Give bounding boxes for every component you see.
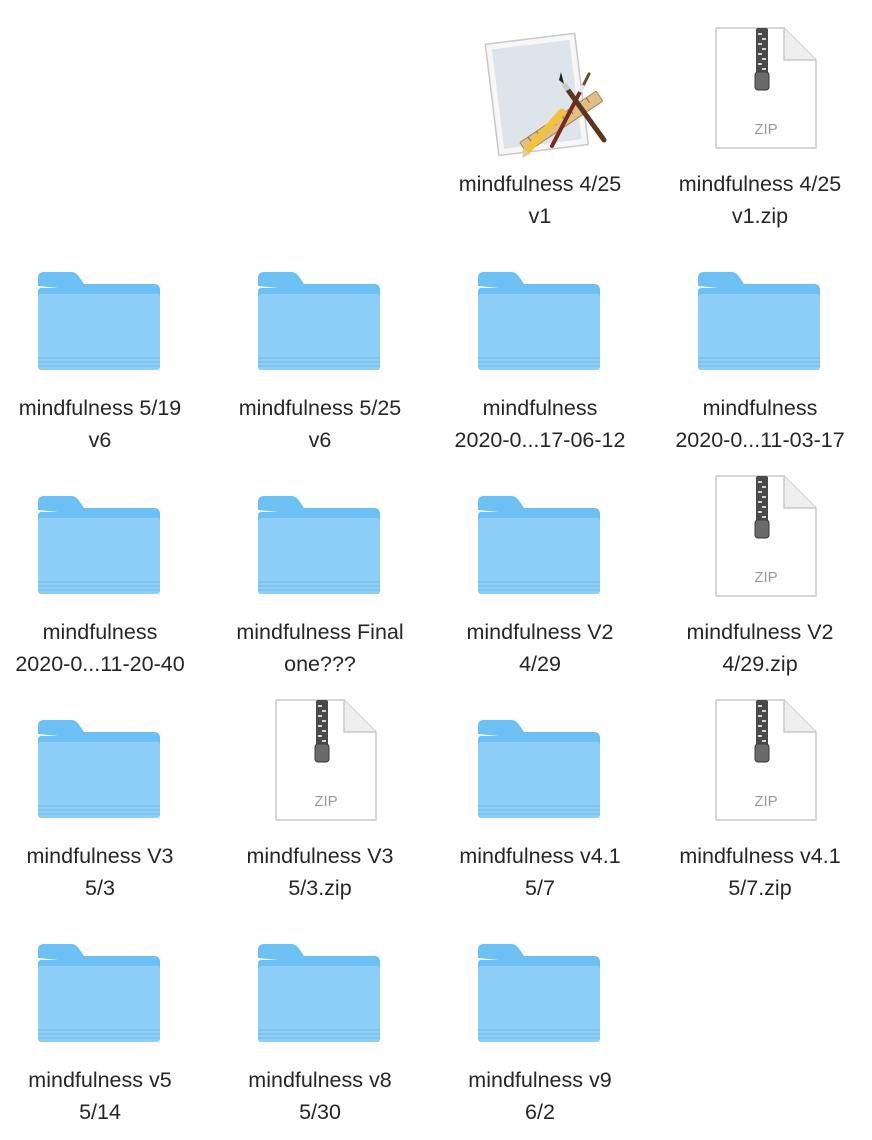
folder-item-mindfulness-5-19-v6[interactable]: mindfulness 5/19 v6 bbox=[0, 224, 210, 452]
zip-file-icon: ZIP bbox=[688, 696, 832, 840]
file-label: mindfulness V3 5/3 bbox=[0, 840, 214, 904]
zip-item-mindfulness-v2-4-29[interactable]: ZIP mindfulness V2 4/29.zip bbox=[650, 448, 870, 676]
file-label: mindfulness 2020-0...11-03-17 bbox=[646, 392, 872, 456]
file-name-line-1: mindfulness v9 bbox=[468, 1068, 612, 1092]
file-name-line-1: mindfulness V3 bbox=[26, 844, 174, 868]
app-icon bbox=[468, 24, 612, 168]
file-label: mindfulness V2 4/29.zip bbox=[646, 616, 872, 680]
file-name-line-1: mindfulness bbox=[702, 396, 818, 420]
app-item-mindfulness-4-25-v1[interactable]: mindfulness 4/25 v1 bbox=[430, 0, 650, 228]
zip-file-icon: ZIP bbox=[688, 472, 832, 616]
file-label: mindfulness 4/25 v1 bbox=[426, 168, 654, 232]
file-name-line-1: mindfulness bbox=[482, 396, 598, 420]
file-label: mindfulness 2020-0...17-06-12 bbox=[426, 392, 654, 456]
folder-icon bbox=[28, 472, 172, 616]
file-label: mindfulness 5/25 v6 bbox=[206, 392, 434, 456]
file-name-line-1: mindfulness Final bbox=[236, 620, 404, 644]
file-name-line-1: mindfulness 4/25 bbox=[458, 172, 622, 196]
file-label: mindfulness 4/25 v1.zip bbox=[646, 168, 872, 232]
file-label: mindfulness V3 5/3.zip bbox=[206, 840, 434, 904]
file-name-line-2: 5/7.zip bbox=[728, 876, 792, 900]
file-name-line-1: mindfulness v8 bbox=[248, 1068, 392, 1092]
file-label: mindfulness v4.1 5/7.zip bbox=[646, 840, 872, 904]
file-name-line-2: 5/14 bbox=[79, 1100, 121, 1124]
zip-badge: ZIP bbox=[314, 793, 337, 810]
file-label: mindfulness V2 4/29 bbox=[426, 616, 654, 680]
file-name-line-1: mindfulness 5/25 bbox=[238, 396, 402, 420]
file-name-line-1: mindfulness v4.1 bbox=[679, 844, 841, 868]
folder-item-mindfulness-v9-6-2[interactable]: mindfulness v9 6/2 bbox=[430, 896, 650, 1124]
folder-icon bbox=[28, 248, 172, 392]
zip-item-mindfulness-4-25-v1[interactable]: ZIP mindfulness 4/25 v1.zip bbox=[650, 0, 870, 228]
file-name-line-2: 5/30 bbox=[299, 1100, 341, 1124]
folder-icon bbox=[688, 248, 832, 392]
zip-item-mindfulness-v3-5-3[interactable]: ZIP mindfulness V3 5/3.zip bbox=[210, 672, 430, 900]
folder-icon bbox=[468, 920, 612, 1064]
zip-file-icon: ZIP bbox=[688, 24, 832, 168]
folder-item-mindfulness-2020-11-03-17[interactable]: mindfulness 2020-0...11-03-17 bbox=[650, 224, 870, 452]
folder-icon bbox=[248, 472, 392, 616]
folder-icon bbox=[468, 696, 612, 840]
file-name-line-1: mindfulness 5/19 bbox=[18, 396, 182, 420]
file-name-line-1: mindfulness V2 bbox=[686, 620, 834, 644]
file-name-line-1: mindfulness 4/25 bbox=[678, 172, 842, 196]
folder-item-mindfulness-v5-5-14[interactable]: mindfulness v5 5/14 bbox=[0, 896, 210, 1124]
file-name-line-1: mindfulness bbox=[42, 620, 158, 644]
folder-icon bbox=[468, 248, 612, 392]
zip-badge: ZIP bbox=[754, 793, 777, 810]
zip-badge: ZIP bbox=[754, 569, 777, 586]
file-label: mindfulness v5 5/14 bbox=[0, 1064, 214, 1128]
folder-icon bbox=[248, 248, 392, 392]
zip-badge: ZIP bbox=[754, 121, 777, 138]
file-label: mindfulness v4.1 5/7 bbox=[426, 840, 654, 904]
folder-item-mindfulness-v8-5-30[interactable]: mindfulness v8 5/30 bbox=[210, 896, 430, 1124]
folder-item-mindfulness-v4-1-5-7[interactable]: mindfulness v4.1 5/7 bbox=[430, 672, 650, 900]
zip-item-mindfulness-v4-1-5-7[interactable]: ZIP mindfulness v4.1 5/7.zip bbox=[650, 672, 870, 900]
folder-item-mindfulness-final-one[interactable]: mindfulness Final one??? bbox=[210, 448, 430, 676]
folder-item-mindfulness-v2-4-29[interactable]: mindfulness V2 4/29 bbox=[430, 448, 650, 676]
file-label: mindfulness 2020-0...11-20-40 bbox=[0, 616, 214, 680]
file-label: mindfulness 5/19 v6 bbox=[0, 392, 214, 456]
folder-icon bbox=[248, 920, 392, 1064]
folder-icon bbox=[28, 920, 172, 1064]
file-name-line-1: mindfulness V2 bbox=[466, 620, 614, 644]
file-name-line-1: mindfulness V3 bbox=[246, 844, 394, 868]
folder-icon bbox=[468, 472, 612, 616]
file-label: mindfulness v8 5/30 bbox=[206, 1064, 434, 1128]
file-label: mindfulness Final one??? bbox=[206, 616, 434, 680]
file-name-line-1: mindfulness v4.1 bbox=[459, 844, 621, 868]
folder-item-mindfulness-v3-5-3[interactable]: mindfulness V3 5/3 bbox=[0, 672, 210, 900]
folder-icon bbox=[28, 696, 172, 840]
file-name-line-2: 6/2 bbox=[525, 1100, 555, 1124]
folder-item-mindfulness-2020-17-06-12[interactable]: mindfulness 2020-0...17-06-12 bbox=[430, 224, 650, 452]
file-name-line-1: mindfulness v5 bbox=[28, 1068, 172, 1092]
file-label: mindfulness v9 6/2 bbox=[426, 1064, 654, 1128]
zip-file-icon: ZIP bbox=[248, 696, 392, 840]
folder-item-mindfulness-5-25-v6[interactable]: mindfulness 5/25 v6 bbox=[210, 224, 430, 452]
folder-item-mindfulness-2020-11-20-40[interactable]: mindfulness 2020-0...11-20-40 bbox=[0, 448, 210, 676]
